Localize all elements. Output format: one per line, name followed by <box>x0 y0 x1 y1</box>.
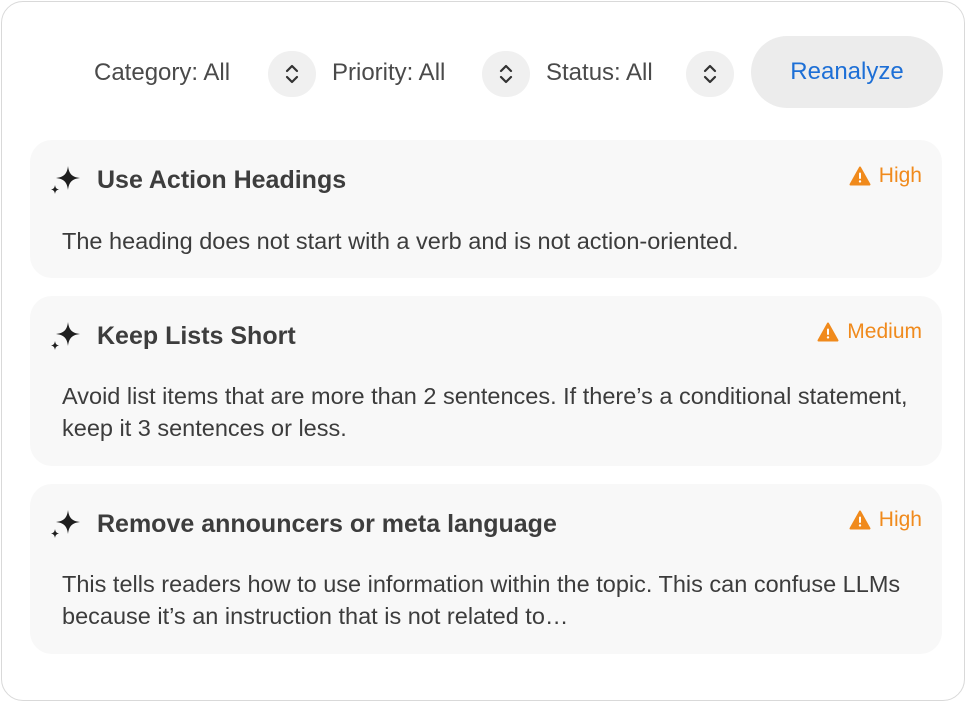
sparkle-icon <box>51 322 80 350</box>
priority-badge: Medium <box>817 320 922 344</box>
priority-filter-stepper[interactable] <box>482 51 530 97</box>
priority-badge: High <box>849 508 922 532</box>
sparkle-icon <box>51 166 80 194</box>
suggestions-panel: Category: All Priority: All Status: All … <box>1 1 965 701</box>
suggestion-card[interactable]: Keep Lists Short Medium Avoid list items… <box>30 296 942 466</box>
warning-triangle-icon <box>849 510 871 530</box>
suggestion-description: This tells readers how to use informatio… <box>62 571 901 629</box>
chevron-up-down-icon <box>285 64 299 84</box>
filter-toolbar: Category: All Priority: All Status: All … <box>2 36 966 108</box>
suggestion-description: Avoid list items that are more than 2 se… <box>62 383 908 441</box>
priority-label: Medium <box>847 320 922 343</box>
suggestion-card[interactable]: Remove announcers or meta language High … <box>30 484 942 654</box>
reanalyze-button[interactable]: Reanalyze <box>751 36 943 108</box>
suggestion-card[interactable]: Use Action Headings High The heading doe… <box>30 140 942 278</box>
category-filter-stepper[interactable] <box>268 51 316 97</box>
chevron-up-down-icon <box>499 64 513 84</box>
priority-label: High <box>878 164 922 187</box>
status-filter-label: Status: All <box>546 59 653 86</box>
suggestion-title: Use Action Headings <box>97 166 347 194</box>
priority-filter-label: Priority: All <box>332 59 446 86</box>
chevron-up-down-icon <box>703 64 717 84</box>
priority-badge: High <box>849 164 922 188</box>
suggestion-title: Remove announcers or meta language <box>97 510 557 538</box>
suggestion-title: Keep Lists Short <box>97 322 296 350</box>
sparkle-icon <box>51 510 80 538</box>
warning-triangle-icon <box>817 322 839 342</box>
warning-triangle-icon <box>849 166 871 186</box>
category-filter-label: Category: All <box>94 59 231 86</box>
priority-label: High <box>878 508 922 531</box>
status-filter-stepper[interactable] <box>686 51 734 97</box>
suggestion-description: The heading does not start with a verb a… <box>62 228 739 254</box>
